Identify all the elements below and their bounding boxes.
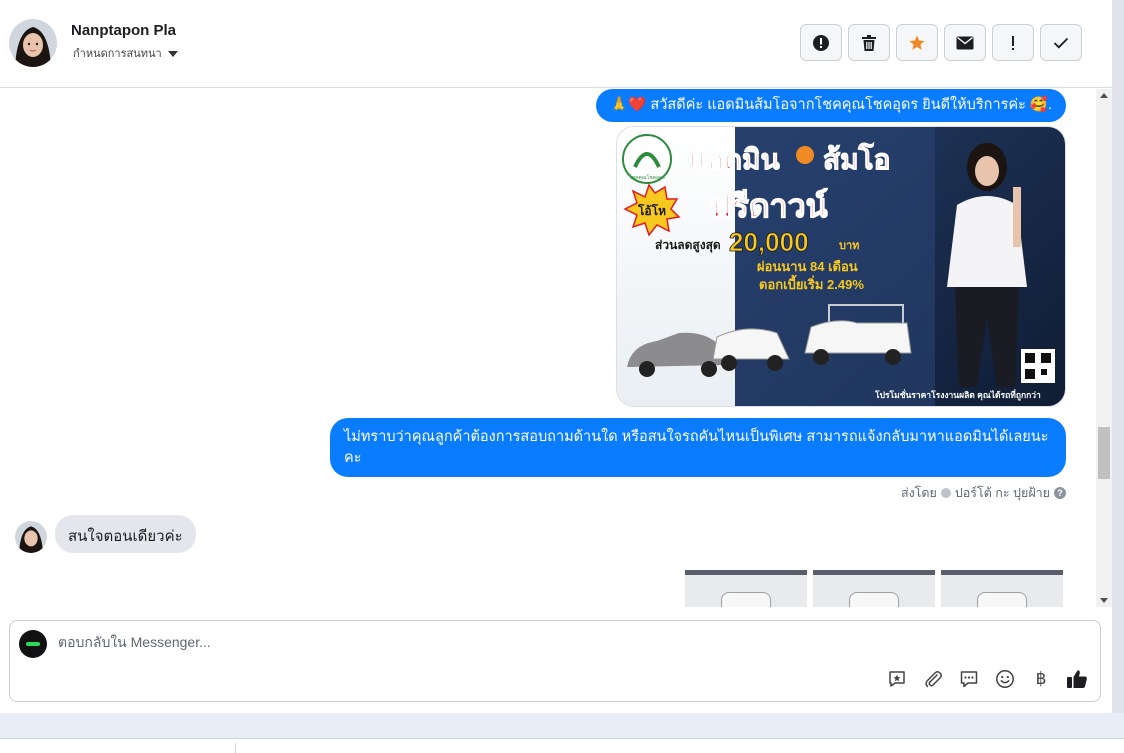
- promo-headline: ฟรีดาวน์: [709, 188, 828, 224]
- exclamation-circle-icon: [813, 34, 829, 51]
- orange-fruit-icon: [796, 146, 814, 164]
- inbox-conversation-panel: Nanptapon Pla กำหนดการสนทนา 🙏❤️ สวัสดีค่…: [0, 0, 1112, 713]
- promo-interest: ดอกเบี้ยเริ่ม 2.49%: [759, 274, 864, 292]
- help-icon[interactable]: ?: [1054, 487, 1066, 499]
- sent-by-name[interactable]: ปอร์โต้ กะ ปุยฝ้าย: [955, 483, 1050, 503]
- promo-installment: ผ่อนนาน 84 เดือน: [757, 259, 858, 274]
- conversation-actions: [800, 24, 1082, 61]
- promo-badge-text: โอ้โห: [637, 203, 666, 218]
- car-thumbnail[interactable]: [685, 570, 807, 607]
- page-avatar: [19, 630, 47, 658]
- attach-file-button[interactable]: [922, 668, 944, 690]
- window-edge: [1112, 0, 1124, 713]
- message-scrollbar[interactable]: [1096, 89, 1112, 607]
- star-icon: [909, 35, 925, 50]
- trash-icon: [862, 34, 876, 51]
- reply-composer: ฿: [9, 620, 1101, 702]
- envelope-icon: [956, 36, 974, 49]
- contact-avatar[interactable]: [9, 19, 57, 67]
- contact-name[interactable]: Nanptapon Pla: [71, 22, 176, 39]
- saved-reply-button[interactable]: [886, 668, 908, 690]
- spam-button[interactable]: [800, 24, 842, 61]
- baht-icon: ฿: [1035, 669, 1047, 689]
- car-thumbnail[interactable]: [941, 570, 1063, 607]
- promo-currency: บาท: [839, 240, 859, 252]
- exclamation-icon: [1012, 35, 1014, 50]
- dealer-logo-text: โชคคุณโชคอุดร: [629, 174, 665, 181]
- promo-image-attachment[interactable]: โชคคุณโชคอุดร แอดมิน ส้มโอ โอ้โห ฟรีดาวน…: [616, 126, 1066, 407]
- assign-label: กำหนดการสนทนา: [73, 48, 162, 60]
- delete-button[interactable]: [848, 24, 890, 61]
- image-attachment-group: [685, 570, 1063, 607]
- scroll-down-arrow[interactable]: [1100, 598, 1108, 603]
- composer-tools: ฿: [886, 668, 1088, 690]
- assign-conversation-dropdown[interactable]: กำหนดการสนทนา: [73, 44, 178, 62]
- attachment-icon: [925, 671, 942, 688]
- payment-button[interactable]: ฿: [1030, 668, 1052, 690]
- promo-discount-amount: 20,000: [729, 227, 809, 257]
- promo-title-name: ส้มโอ: [823, 142, 890, 175]
- mark-unread-button[interactable]: [944, 24, 986, 61]
- sent-by-prefix: ส่งโดย: [900, 486, 937, 500]
- like-button[interactable]: [1066, 668, 1088, 690]
- promo-footer: โปรโมชั่นราคาโรงงานผลิต คุณได้รถที่ถูกกว…: [874, 388, 1041, 401]
- thumbs-up-icon: [1067, 670, 1087, 688]
- sent-by-info: ส่งโดย ปอร์โต้ กะ ปุยฝ้าย ?: [901, 483, 1066, 503]
- done-button[interactable]: [1040, 24, 1082, 61]
- conversation-header: Nanptapon Pla กำหนดการสนทนา: [0, 0, 1112, 88]
- car-thumbnail[interactable]: [813, 570, 935, 607]
- emoji-icon: [996, 670, 1014, 688]
- incoming-message[interactable]: สนใจตอนเดียวค่ะ: [55, 515, 196, 553]
- saved-reply-icon: [889, 671, 905, 687]
- follow-up-button[interactable]: [992, 24, 1034, 61]
- promo-title-admin: แอดมิน: [689, 144, 780, 175]
- outgoing-message-question[interactable]: ไม่ทราบว่าคุณลูกค้าต้องการสอบถามด้านใด ห…: [330, 418, 1066, 477]
- scrollbar-thumb[interactable]: [1098, 427, 1110, 479]
- bottom-status-bar: [0, 738, 1124, 753]
- quick-reply-button[interactable]: [958, 668, 980, 690]
- outgoing-message-greeting[interactable]: 🙏❤️ สวัสดีค่ะ แอดมินส้มโอจากโชคคุณโชคอุด…: [596, 89, 1066, 122]
- reply-input[interactable]: [58, 634, 758, 650]
- verified-icon: [940, 488, 951, 498]
- message-thread[interactable]: 🙏❤️ สวัสดีค่ะ แอดมินส้มโอจากโชคคุณโชคอุด…: [0, 89, 1096, 607]
- dealer-logo: โชคคุณโชคอุดร: [622, 134, 672, 184]
- chat-bubble-icon: [960, 671, 978, 688]
- promo-discount-label: ส่วนลดสูงสุด: [655, 238, 721, 253]
- scroll-up-arrow[interactable]: [1100, 93, 1108, 98]
- emoji-button[interactable]: [994, 668, 1016, 690]
- star-button[interactable]: [896, 24, 938, 61]
- contact-avatar-small[interactable]: [15, 521, 47, 553]
- chevron-down-icon: [167, 51, 178, 57]
- check-icon: [1053, 37, 1069, 49]
